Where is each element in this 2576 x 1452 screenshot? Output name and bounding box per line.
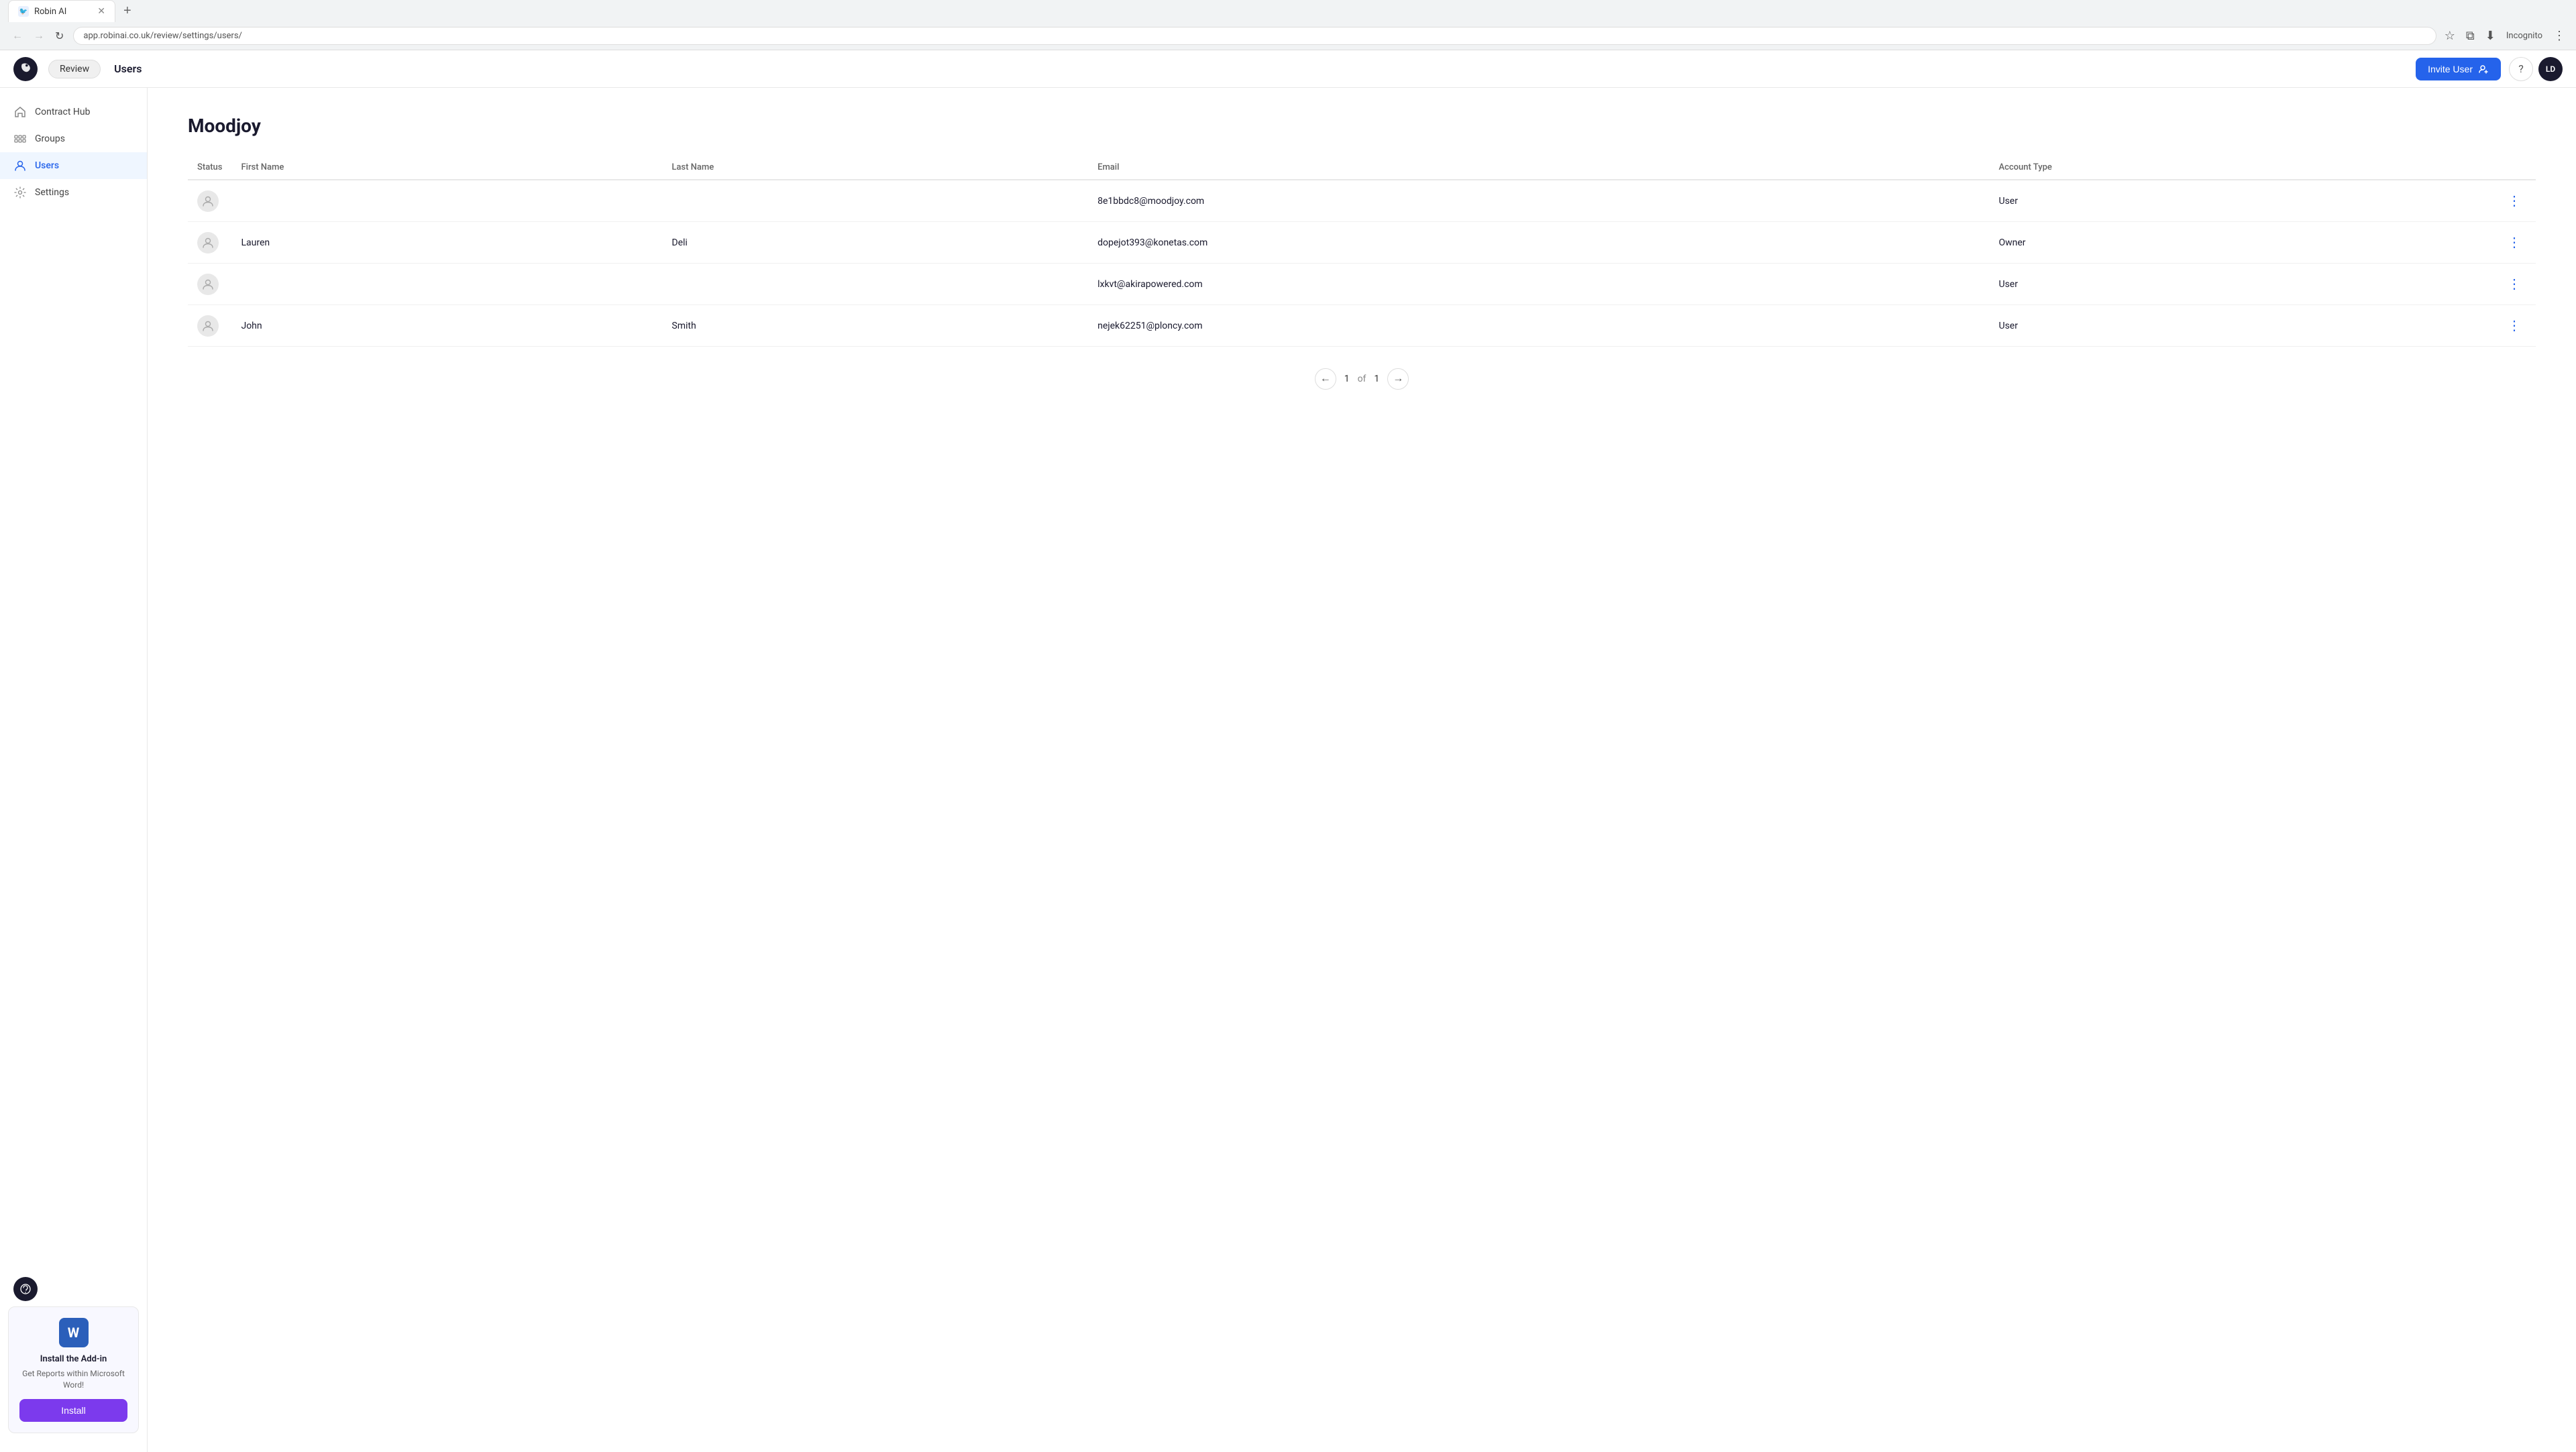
sidebar-item-groups[interactable]: Groups: [0, 125, 147, 152]
home-icon: [13, 105, 27, 119]
user-actions-cell: ⋮: [2493, 180, 2536, 222]
col-status: Status: [188, 156, 231, 180]
incognito-label: Incognito: [2504, 28, 2545, 44]
user-actions-cell: ⋮: [2493, 305, 2536, 347]
addin-panel: W Install the Add-in Get Reports within …: [8, 1306, 139, 1433]
addin-description: Get Reports within Microsoft Word!: [19, 1368, 127, 1391]
user-account-type: User: [1989, 305, 2493, 347]
org-name: Moodjoy: [188, 115, 2536, 137]
new-tab-button[interactable]: +: [118, 1, 137, 21]
user-last-name: [662, 264, 1088, 305]
user-actions-cell: ⋮: [2493, 222, 2536, 264]
user-more-button[interactable]: ⋮: [2502, 231, 2526, 254]
forward-button[interactable]: →: [30, 27, 48, 45]
next-page-button[interactable]: →: [1387, 368, 1409, 390]
sidebar-item-label: Settings: [35, 187, 69, 198]
user-actions-cell: ⋮: [2493, 264, 2536, 305]
page-title: Users: [114, 62, 142, 75]
user-last-name: [662, 180, 1088, 222]
col-account-type: Account Type: [1989, 156, 2493, 180]
total-pages: 1: [1374, 374, 1379, 384]
sidebar-item-settings[interactable]: Settings: [0, 179, 147, 206]
invite-user-icon: [2478, 64, 2489, 74]
review-pill[interactable]: Review: [48, 60, 101, 78]
app-header: Review Users Invite User ? LD: [0, 50, 2576, 88]
avatar[interactable]: LD: [2538, 57, 2563, 81]
sidebar-item-label: Groups: [35, 133, 65, 144]
col-first-name: First Name: [231, 156, 662, 180]
tab-close-button[interactable]: ✕: [97, 6, 105, 17]
user-avatar-icon: [197, 315, 219, 337]
extensions-icon[interactable]: ⧉: [2463, 26, 2477, 46]
reload-button[interactable]: ↻: [51, 27, 68, 46]
url-text: app.robinai.co.uk/review/settings/users/: [83, 31, 242, 41]
prev-page-button[interactable]: ←: [1315, 368, 1336, 390]
groups-icon: [13, 132, 27, 146]
sidebar-item-label: Users: [35, 160, 59, 171]
user-status-cell: [188, 264, 231, 305]
user-account-type: User: [1989, 264, 2493, 305]
feedback-button[interactable]: [13, 1277, 38, 1301]
table-row: lxkvt@akirapowered.com User ⋮: [188, 264, 2536, 305]
user-avatar-icon: [197, 274, 219, 295]
user-first-name: [231, 264, 662, 305]
user-first-name: [231, 180, 662, 222]
user-more-button[interactable]: ⋮: [2502, 190, 2526, 212]
user-status-cell: [188, 222, 231, 264]
pagination: ← 1 of 1 →: [188, 368, 2536, 390]
download-icon[interactable]: ⬇: [2483, 26, 2498, 46]
browser-tab[interactable]: 🐦 Robin AI ✕: [8, 0, 115, 22]
user-email: 8e1bbdc8@moodjoy.com: [1088, 180, 1989, 222]
of-label: of: [1358, 374, 1366, 384]
user-more-button[interactable]: ⋮: [2502, 273, 2526, 295]
sidebar-item-contract-hub[interactable]: Contract Hub: [0, 99, 147, 125]
tab-title: Robin AI: [34, 7, 66, 17]
col-last-name: Last Name: [662, 156, 1088, 180]
install-addin-button[interactable]: Install: [19, 1399, 127, 1422]
main-layout: Contract Hub Groups: [0, 88, 2576, 1452]
user-email: lxkvt@akirapowered.com: [1088, 264, 1989, 305]
user-account-type: User: [1989, 180, 2493, 222]
user-status-cell: [188, 180, 231, 222]
table-row: Lauren Deli dopejot393@konetas.com Owner…: [188, 222, 2536, 264]
sidebar-item-label: Contract Hub: [35, 107, 90, 117]
address-bar[interactable]: app.robinai.co.uk/review/settings/users/: [73, 27, 2436, 45]
users-table: Status First Name Last Name Email Accoun…: [188, 156, 2536, 347]
col-email: Email: [1088, 156, 1989, 180]
back-button[interactable]: ←: [8, 27, 27, 45]
invite-user-label: Invite User: [2428, 64, 2473, 74]
user-avatar-icon: [197, 232, 219, 254]
word-icon: W: [59, 1318, 89, 1347]
user-first-name: Lauren: [231, 222, 662, 264]
user-avatar-icon: [197, 190, 219, 212]
sidebar: Contract Hub Groups: [0, 88, 148, 1452]
menu-icon[interactable]: ⋮: [2551, 26, 2568, 46]
user-last-name: Deli: [662, 222, 1088, 264]
current-page: 1: [1344, 374, 1350, 384]
content-area: Moodjoy Status First Name Last Name Emai…: [148, 88, 2576, 1452]
review-label: Review: [60, 64, 89, 74]
user-account-type: Owner: [1989, 222, 2493, 264]
table-row: 8e1bbdc8@moodjoy.com User ⋮: [188, 180, 2536, 222]
help-button[interactable]: ?: [2509, 57, 2533, 81]
settings-icon: [13, 186, 27, 199]
avatar-initials: LD: [2546, 64, 2555, 74]
app-logo: [13, 57, 38, 81]
user-email: nejek62251@ploncy.com: [1088, 305, 1989, 347]
table-row: John Smith nejek62251@ploncy.com User ⋮: [188, 305, 2536, 347]
user-more-button[interactable]: ⋮: [2502, 315, 2526, 337]
sidebar-item-users[interactable]: Users: [0, 152, 147, 179]
addin-title: Install the Add-in: [19, 1354, 127, 1364]
user-email: dopejot393@konetas.com: [1088, 222, 1989, 264]
bookmark-icon[interactable]: ☆: [2442, 26, 2458, 46]
tab-favicon: 🐦: [18, 6, 29, 17]
user-first-name: John: [231, 305, 662, 347]
user-last-name: Smith: [662, 305, 1088, 347]
invite-user-button[interactable]: Invite User: [2416, 58, 2501, 80]
users-icon: [13, 159, 27, 172]
user-status-cell: [188, 305, 231, 347]
